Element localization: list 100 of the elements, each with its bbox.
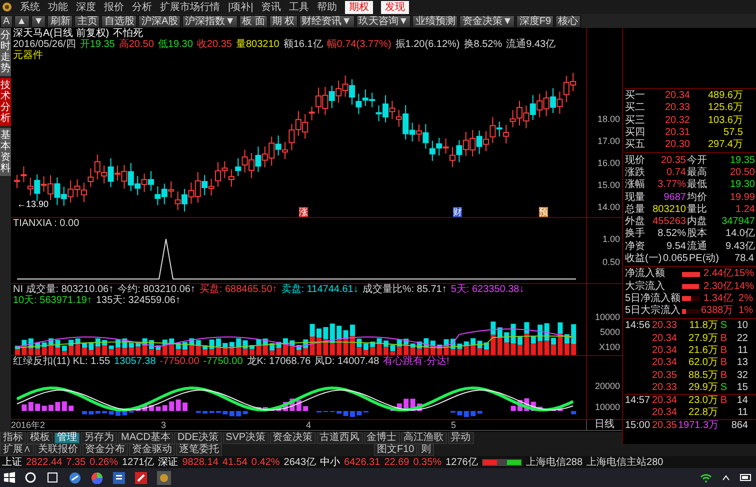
menu-item[interactable]: 工具: [289, 0, 310, 14]
indicator-tab[interactable]: MACD基本: [118, 432, 174, 444]
menu-item[interactable]: 报价: [104, 0, 124, 14]
indicator-tab[interactable]: 金博士: [364, 432, 400, 444]
trade-price: 20.33: [651, 320, 677, 332]
toolbar-button[interactable]: ▲: [14, 14, 30, 28]
index-value: 6426.31: [344, 456, 380, 468]
menu-item[interactable]: 帮助: [317, 0, 338, 14]
bid-volume: 103.6万: [706, 114, 743, 127]
price-info: 开19.35: [80, 39, 115, 50]
toolbar-button[interactable]: 沪深指数▼: [182, 14, 238, 28]
stat-value: 9.43亿: [724, 240, 755, 253]
index-change: 41.54: [222, 456, 248, 468]
bid-volume: 489.6万: [706, 90, 743, 102]
price-info: 2016/05/26/四: [13, 39, 76, 50]
price-info: 量803210: [236, 39, 280, 50]
flow-amount: 2.30亿: [702, 280, 733, 293]
indicator-tab[interactable]: 异动: [448, 432, 474, 444]
indicator-readout: -7750.00: [160, 356, 200, 367]
stat-label: 收益(一): [625, 253, 661, 265]
stat-label: 涨幅: [625, 179, 646, 192]
indicator-tab[interactable]: 高江渔歌: [400, 432, 447, 444]
volume-readout: NI 成交量: 803210.06↑: [13, 284, 114, 295]
stat-label: 流通: [687, 240, 708, 253]
side-tab[interactable]: 技术分析: [0, 78, 11, 126]
indicator-tab[interactable]: SVP决策: [222, 432, 269, 444]
bid-volume: 297.4万: [706, 139, 743, 152]
side-tab[interactable]: 分时走势: [0, 28, 11, 76]
trade-count: 11: [736, 406, 748, 419]
extension-tab[interactable]: 图文F10: [374, 444, 418, 456]
stat-value: 9687: [662, 192, 686, 204]
toolbar-button[interactable]: 玖天咨询▼: [356, 14, 412, 28]
toolbar-button[interactable]: 深度F9: [516, 14, 554, 28]
toolbar-button[interactable]: A: [0, 14, 13, 28]
date-label: 4: [306, 420, 312, 430]
stat-value: 8.52%: [656, 228, 686, 240]
indicator-readout: 龙K: 17068.76: [246, 356, 311, 367]
menu-item[interactable]: 系统: [20, 0, 40, 14]
menu-item[interactable]: 资讯: [261, 0, 282, 14]
toolbar-button[interactable]: 刷新: [47, 14, 74, 28]
period-label[interactable]: 日线: [586, 420, 622, 430]
toolbar-button[interactable]: 主页: [74, 14, 100, 28]
toolbar-button[interactable]: 期 权: [268, 14, 298, 28]
extension-tab[interactable]: 资金驱动: [129, 444, 175, 456]
flow-label: 净流入额: [625, 268, 666, 280]
toolbar-button[interactable]: 沪深A股: [138, 14, 182, 28]
axis-label: 0.50: [602, 256, 620, 268]
menu-item[interactable]: 扩展市场行情: [160, 0, 220, 14]
stat-label: 现量: [625, 192, 646, 204]
toolbar-button[interactable]: 板 面: [239, 14, 268, 28]
stat-value: 19.35: [728, 154, 755, 167]
price-info: 流通9.43亿: [506, 39, 556, 50]
menu-item[interactable]: 深度: [76, 0, 96, 14]
stat-label: 量比: [687, 204, 708, 216]
toolbar-button[interactable]: 自选股: [101, 14, 138, 28]
index-amount: 2643亿: [284, 456, 316, 469]
flow-amount: 1.34亿: [702, 292, 733, 305]
indicator-tab[interactable]: 古道西风: [316, 432, 363, 444]
low-price-marker: ←13.90: [17, 199, 49, 209]
trade-side: S: [719, 320, 727, 332]
menu-item[interactable]: |项补|: [228, 0, 254, 14]
toolbar-button[interactable]: 核心: [555, 14, 582, 28]
stat-value: 1.24: [734, 204, 755, 216]
indicator-tab[interactable]: 另存为: [81, 432, 117, 444]
trade-volume: 21.6万: [688, 345, 718, 358]
stat-value: 9.54: [666, 240, 686, 253]
menu-item[interactable]: 分析: [132, 0, 152, 14]
index-change: 7.35: [66, 456, 86, 468]
indicator-tab[interactable]: 资金决策: [270, 432, 316, 444]
trade-side: B: [719, 345, 727, 358]
bid-label: 买三: [625, 114, 646, 127]
index-value: 9828.14: [182, 456, 218, 468]
trade-volume: 62.0万: [688, 357, 718, 370]
indicator-readout: 有心跳有·分达!: [383, 356, 450, 367]
menu-tab[interactable]: 期权: [345, 0, 374, 14]
flow-amount: 2.44亿: [702, 268, 733, 280]
trade-side: B: [719, 332, 727, 345]
toolbar-button[interactable]: ▼: [30, 14, 46, 28]
extension-tab[interactable]: 则: [418, 444, 434, 456]
extension-tab[interactable]: 关联报价: [35, 444, 81, 456]
toolbar-button[interactable]: 财经资讯▼: [298, 14, 355, 28]
menu-item[interactable]: 功能: [48, 0, 68, 14]
indicator-tab[interactable]: 指标: [0, 432, 26, 444]
indicator-tab[interactable]: 管理: [54, 432, 80, 444]
indicator-tab[interactable]: 模板: [27, 432, 53, 444]
flow-label: 5日净流入额: [625, 292, 681, 304]
server-label: 上海电信主站280: [586, 456, 664, 469]
stat-value: 20.35: [660, 154, 686, 167]
index-change: 22.69: [384, 456, 410, 468]
extension-tab[interactable]: 逐笔委托: [176, 444, 222, 456]
volume-readout: 今约: 803210.06↑: [118, 284, 196, 295]
extension-tab[interactable]: 资金分布: [82, 444, 128, 456]
side-tab[interactable]: 基本资料: [0, 128, 11, 176]
axis-label: 5000: [600, 327, 620, 338]
toolbar-button[interactable]: 资金决策▼: [459, 14, 516, 28]
menu-tab[interactable]: 发现: [381, 0, 410, 14]
indicator-readout: 红绿反扣(11) KL: 1.55: [13, 356, 110, 367]
indicator-tab[interactable]: DDE决策: [174, 432, 222, 444]
extension-tab[interactable]: 扩展∧: [0, 444, 34, 456]
toolbar-button[interactable]: 业绩预测: [412, 14, 458, 28]
